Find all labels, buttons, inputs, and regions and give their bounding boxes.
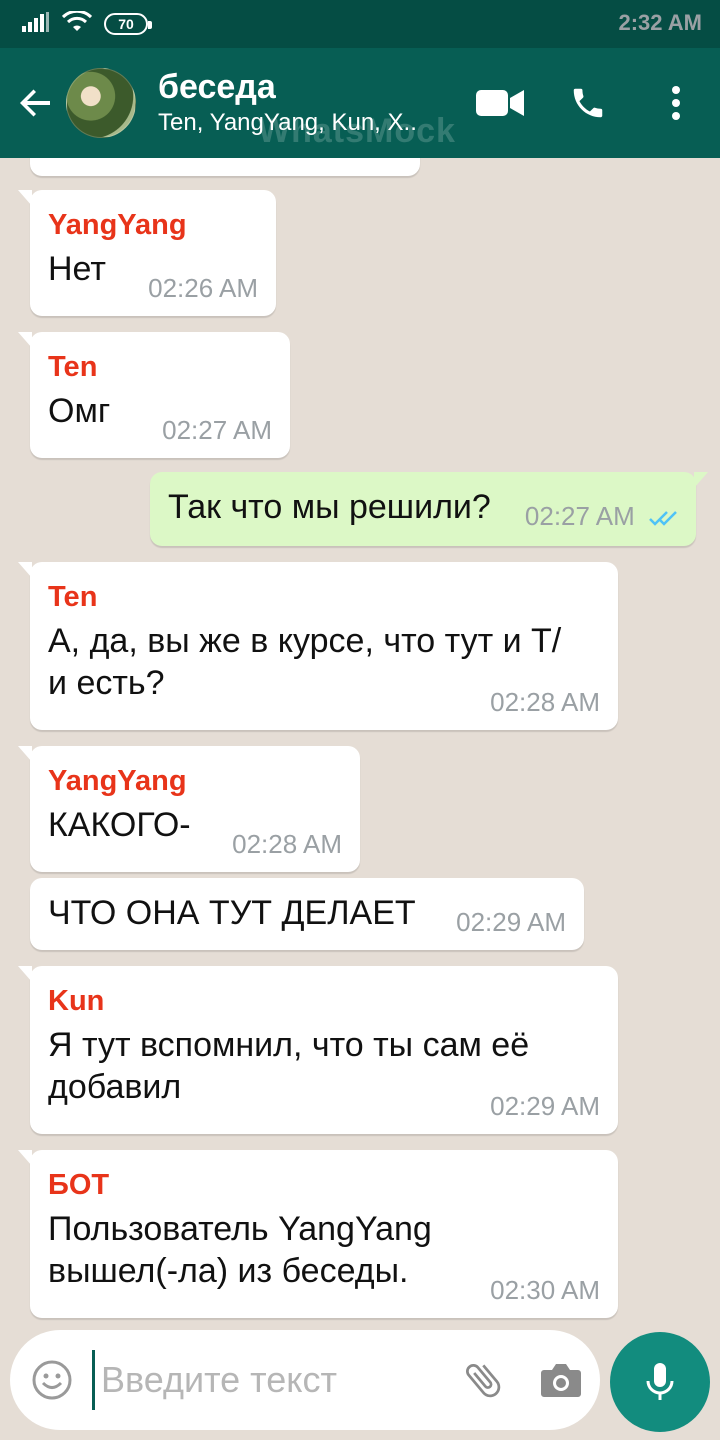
message-bubble[interactable]: ЧТО ОНА ТУТ ДЕЛАЕТ 02:29 AM xyxy=(30,878,584,950)
more-icon xyxy=(672,86,680,120)
message-bubble[interactable]: YangYang КАКОГО- 02:28 AM xyxy=(18,746,360,872)
message-bubble[interactable]: БОТ Пользователь YangYang вышел(-ла) из … xyxy=(18,1150,618,1318)
message-text-line-1: А, да, вы же в курсе, что тут и Т/ xyxy=(48,622,562,660)
read-ticks-icon xyxy=(648,503,680,534)
message-bubble[interactable]: Ten А, да, вы же в курсе, что тут и Т/ и… xyxy=(18,562,618,730)
message-time: 02:30 AM xyxy=(490,1275,600,1305)
voice-call-button[interactable] xyxy=(544,48,632,158)
watermark: WhatsMock xyxy=(258,112,456,150)
message-bubble[interactable]: YangYang Нет 02:26 AM xyxy=(18,190,276,316)
header-actions xyxy=(456,48,720,158)
message-time: 02:26 AM xyxy=(148,273,258,303)
message-time: 02:27 AM xyxy=(162,415,272,445)
message-time: 02:29 AM xyxy=(456,907,566,937)
message-sender: Ten xyxy=(48,351,98,383)
group-avatar[interactable] xyxy=(66,68,136,138)
phone-icon xyxy=(573,88,603,118)
camera-icon xyxy=(541,1364,581,1397)
status-icons: 70 xyxy=(22,9,152,38)
message-text-line-1: Я тут вспомнил, что ты сам её xyxy=(48,1026,530,1064)
message-sender: Ten xyxy=(48,581,98,613)
message-bubble[interactable]: Kun Я тут вспомнил, что ты сам её добави… xyxy=(18,966,618,1134)
message-sender: Kun xyxy=(48,985,105,1017)
message-list[interactable]: YangYang Нет 02:26 AM Ten Омг 02:27 AM Т… xyxy=(0,158,720,1330)
battery-level: 70 xyxy=(118,16,134,32)
back-arrow-icon xyxy=(20,89,50,117)
voice-record-button[interactable] xyxy=(610,1332,710,1432)
message-sender: YangYang xyxy=(48,765,187,797)
more-options-button[interactable] xyxy=(632,48,720,158)
video-call-icon xyxy=(476,90,524,116)
video-call-button[interactable] xyxy=(456,48,544,158)
message-time: 02:27 AM xyxy=(525,501,680,534)
battery-icon: 70 xyxy=(104,13,152,35)
message-sender: БОТ xyxy=(48,1169,110,1201)
camera-button[interactable] xyxy=(522,1330,600,1430)
attach-button[interactable] xyxy=(444,1330,522,1430)
message-time: 02:28 AM xyxy=(232,829,342,859)
message-text-line-1: Пользователь YangYang xyxy=(48,1210,432,1248)
microphone-icon xyxy=(646,1363,674,1400)
message-sender: YangYang xyxy=(48,209,187,241)
emoji-button[interactable] xyxy=(12,1330,92,1430)
message-time: 02:28 AM xyxy=(490,687,600,717)
message-bubble-outgoing[interactable]: Так что мы решили? 02:27 AM xyxy=(150,472,708,546)
signal-icon xyxy=(22,11,50,37)
message-time: 02:29 AM xyxy=(490,1091,600,1121)
message-input[interactable] xyxy=(92,1350,444,1410)
message-bubble-partial xyxy=(30,158,420,176)
wifi-icon xyxy=(61,9,93,38)
message-bubble[interactable]: Ten Омг 02:27 AM xyxy=(18,332,290,458)
message-composer xyxy=(10,1330,600,1430)
chat-title: беседа xyxy=(158,68,276,106)
emoji-icon xyxy=(32,1360,72,1400)
paperclip-icon xyxy=(466,1364,501,1398)
status-bar: 2:32 AM 70 xyxy=(0,0,720,48)
status-time: 2:32 AM xyxy=(618,10,702,35)
back-button[interactable] xyxy=(6,48,66,158)
